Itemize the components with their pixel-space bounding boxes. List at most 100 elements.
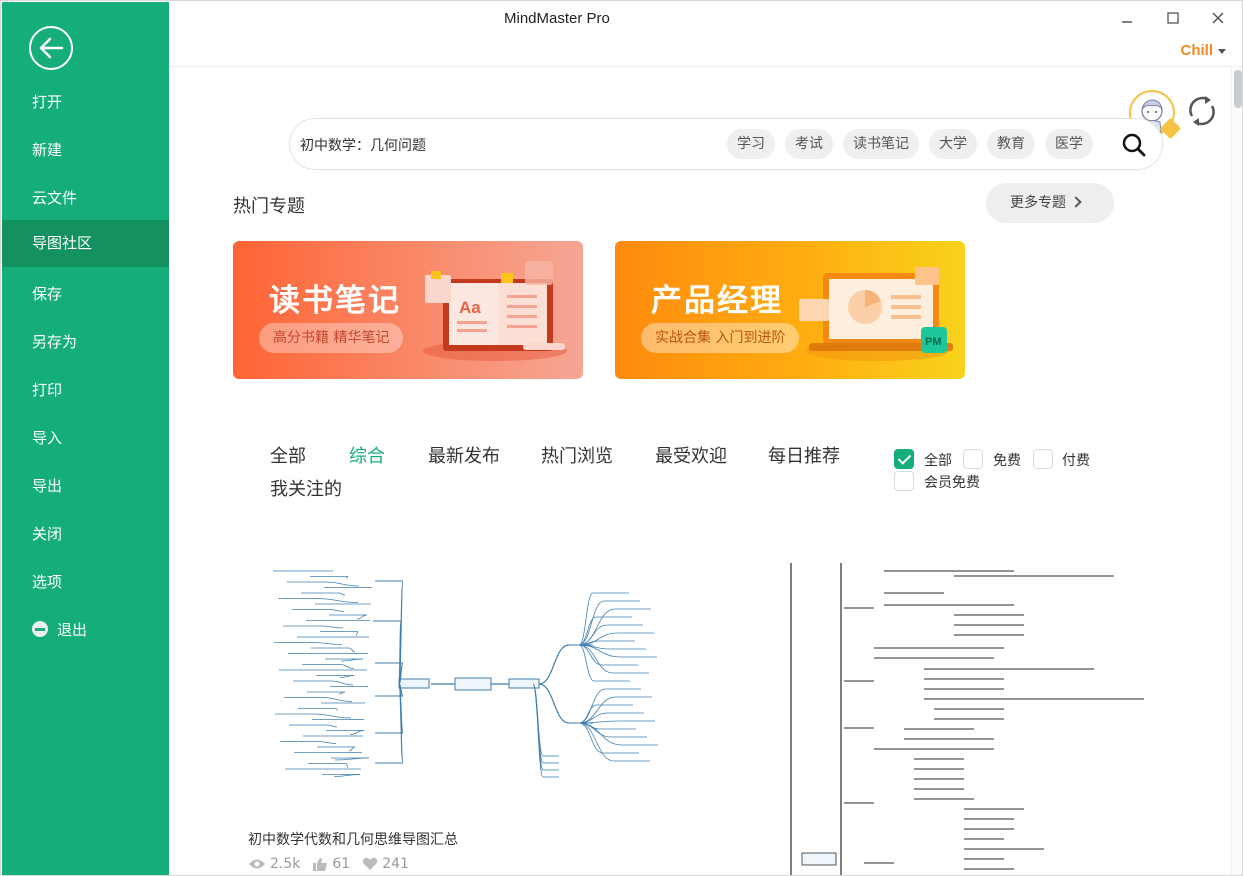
app-window: 打开 新建 云文件 导图社区 保存 另存为 打印 导入 导出 关闭 选项 退出 … (0, 0, 1243, 876)
tab-label: 最新发布 (428, 446, 500, 467)
minus-circle-icon (32, 621, 48, 637)
mindmap-branch (345, 763, 349, 768)
tag-reading-notes[interactable]: 读书笔记 (843, 129, 919, 159)
more-topics-button[interactable]: 更多专题 (986, 183, 1114, 223)
topic-banner-reading-notes[interactable]: 读书笔记 高分书籍 精华笔记 Aa (233, 241, 583, 379)
sidebar-item-label: 打印 (32, 381, 63, 399)
mindmap-branch (532, 683, 544, 778)
banner-subtitle: 高分书籍 精华笔记 (259, 323, 404, 353)
sidebar-item-label: 导入 (32, 429, 63, 447)
maximize-button[interactable] (1162, 7, 1184, 29)
tab-label: 热门浏览 (541, 446, 613, 467)
likes-stat: 61 (312, 856, 350, 872)
search-tags: 学习 考试 读书笔记 大学 教育 医学 (727, 129, 1093, 159)
more-topics-label: 更多专题 (1010, 195, 1066, 211)
topic-banner-product-manager[interactable]: 产品经理 实战合集 入门到进阶 PM (615, 241, 965, 379)
mindmap-branch (348, 746, 356, 752)
tab-label: 全部 (270, 446, 306, 467)
checkbox-price-free[interactable] (963, 449, 983, 469)
mindmap-branch (324, 581, 360, 587)
laptop-chart-illustration-icon: PM (799, 267, 953, 361)
checkbox-label[interactable]: 免费 (993, 450, 1021, 470)
user-name: Chill (1180, 42, 1214, 59)
sidebar-item-close[interactable]: 关闭 (2, 511, 169, 557)
close-button[interactable] (1207, 7, 1229, 29)
mindmap-node (801, 852, 837, 866)
mindmap-card[interactable]: 初中数学代数和几何思维导图汇总 2.5k 61 241 (233, 563, 677, 875)
user-menu[interactable]: Chill (1180, 42, 1226, 59)
checkbox-price-member-free[interactable] (894, 471, 914, 491)
tag-university[interactable]: 大学 (929, 129, 977, 159)
sidebar-item-save-as[interactable]: 另存为 (2, 319, 169, 365)
sidebar-item-label: 另存为 (32, 333, 78, 351)
sidebar-item-new[interactable]: 新建 (2, 127, 169, 173)
search-icon[interactable] (1122, 133, 1146, 157)
tab-latest[interactable]: 最新发布 (428, 442, 500, 468)
sidebar-item-export[interactable]: 导出 (2, 463, 169, 509)
caret-down-icon (1218, 48, 1226, 54)
sidebar-item-label: 选项 (32, 573, 63, 591)
card-title: 初中数学代数和几何思维导图汇总 (248, 832, 458, 848)
banner-subtitle: 实战合集 入门到进阶 (641, 323, 800, 353)
sidebar-item-label: 保存 (32, 285, 63, 303)
vertical-scrollbar[interactable] (1231, 68, 1242, 875)
tab-daily-picks[interactable]: 每日推荐 (768, 442, 840, 468)
sync-button[interactable] (1185, 94, 1219, 128)
favorites-stat: 241 (362, 856, 409, 872)
checkbox-price-paid[interactable] (1033, 449, 1053, 469)
tab-all[interactable]: 全部 (270, 442, 306, 468)
sidebar-item-label: 导图社区 (32, 234, 93, 252)
hot-topics-title: 热门专题 (233, 196, 305, 217)
tab-label: 每日推荐 (768, 446, 840, 467)
mindmap-branch (578, 696, 617, 724)
sidebar-item-import[interactable]: 导入 (2, 415, 169, 461)
sidebar-item-label: 云文件 (32, 189, 78, 207)
search-input[interactable]: 初中数学：几何问题 (300, 135, 426, 155)
sidebar: 打开 新建 云文件 导图社区 保存 另存为 打印 导入 导出 关闭 选项 退出 (2, 2, 169, 875)
mindmap-branch (355, 631, 359, 636)
mindmap-branch (311, 642, 343, 645)
tab-label: 最受欢迎 (655, 446, 727, 467)
tag-exam[interactable]: 考试 (785, 129, 833, 159)
tag-education[interactable]: 教育 (987, 129, 1035, 159)
sidebar-item-cloud-files[interactable]: 云文件 (2, 175, 169, 221)
checkbox-price-all[interactable] (894, 449, 914, 469)
mindmap-branch (338, 592, 346, 596)
back-button[interactable] (29, 26, 73, 70)
svg-text:Aa: Aa (459, 298, 481, 317)
mindmap-node (398, 678, 430, 689)
mindmap-branch (330, 680, 354, 686)
minimize-button[interactable] (1116, 7, 1138, 29)
close-icon (1212, 12, 1224, 24)
checkbox-label[interactable]: 付费 (1062, 450, 1090, 470)
mindmap-card[interactable] (764, 563, 1164, 875)
mindmap-branch (349, 730, 365, 735)
checkbox-label[interactable]: 会员免费 (924, 472, 980, 492)
tab-comprehensive[interactable]: 综合 (349, 442, 385, 468)
title-bar: MindMaster Pro Chill (169, 1, 1242, 67)
likes-count: 61 (332, 856, 351, 872)
sidebar-item-print[interactable]: 打印 (2, 367, 169, 413)
mindmap-branch (339, 664, 355, 669)
sidebar-item-label: 新建 (32, 141, 63, 159)
sidebar-item-options[interactable]: 选项 (2, 559, 169, 605)
tag-medicine[interactable]: 医学 (1045, 129, 1093, 159)
sidebar-item-community[interactable]: 导图社区 (2, 220, 169, 267)
mindmap-branch (312, 713, 352, 719)
tab-following[interactable]: 我关注的 (270, 475, 342, 501)
mindmap-node (454, 677, 492, 691)
tab-most-popular[interactable]: 最受欢迎 (655, 442, 727, 468)
tag-study[interactable]: 学习 (727, 129, 775, 159)
tab-hot-views[interactable]: 热门浏览 (541, 442, 613, 468)
checkbox-label[interactable]: 全部 (924, 450, 952, 470)
mindmap-branch (317, 741, 337, 744)
mindmap-branch (321, 697, 353, 702)
sidebar-item-exit[interactable]: 退出 (2, 607, 169, 653)
arrow-left-icon (39, 37, 64, 59)
mindmap-thumbnail (273, 570, 658, 778)
sidebar-item-save[interactable]: 保存 (2, 271, 169, 317)
thumbs-up-icon (313, 858, 328, 871)
sidebar-item-open[interactable]: 打开 (2, 79, 169, 125)
scrollbar-thumb[interactable] (1234, 70, 1242, 108)
mindmap-branch (320, 625, 344, 629)
